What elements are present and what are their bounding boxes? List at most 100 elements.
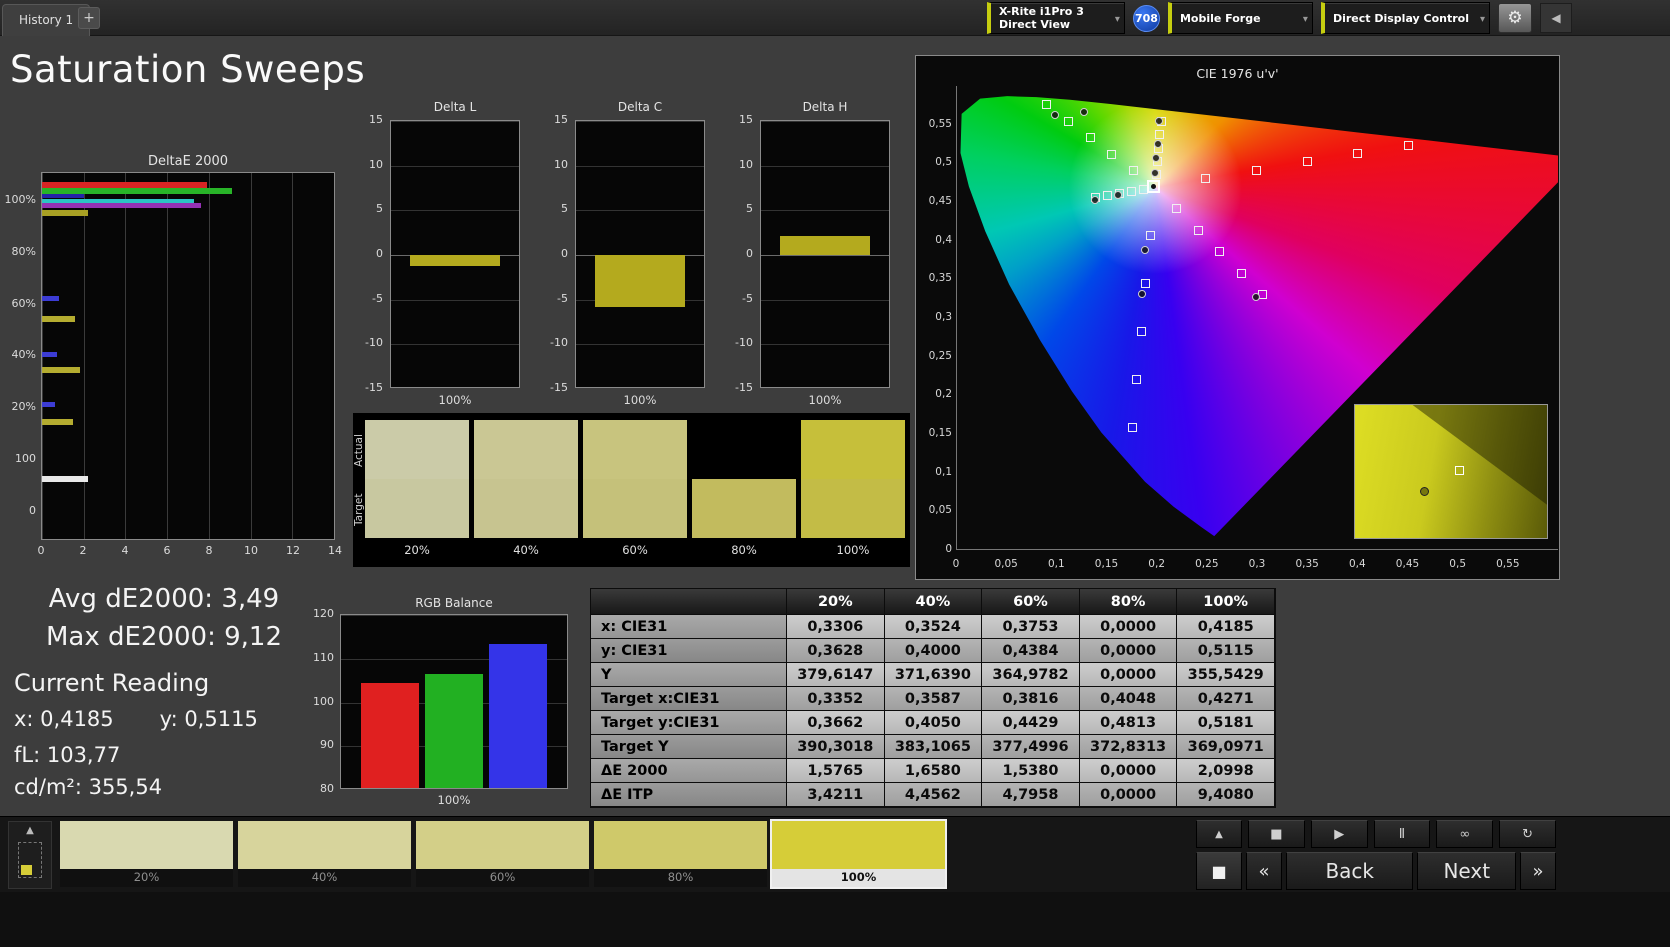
rgb-balance-chart: RGB Balance 120 110 100 90 80 100% [313,596,576,810]
transport-row-1: ▲ ■ ▶ Ⅱ ∞ ↻ [1196,820,1556,848]
meter-dropdown[interactable]: X-Rite i1Pro 3 Direct View ▾ [986,2,1125,34]
swatch-label: 40% [513,543,539,557]
gridline [576,121,704,122]
table-cell: 0,4384 [982,639,1080,663]
loop-button[interactable]: ∞ [1436,820,1494,848]
table-cell: 0,4271 [1177,687,1275,711]
y-tick-label: 10 [369,157,383,171]
patch-window-button[interactable]: ▲ [8,821,52,889]
x-axis-label: 100% [623,393,657,407]
deltae-bar [42,402,55,408]
table-cell: 0,4048 [1079,687,1178,711]
cie-inset-zoom [1354,404,1548,539]
cie-measured-point [1151,168,1160,177]
y-tick-label: -5 [742,291,753,305]
table-row-label: x: CIE31 [591,615,787,639]
cie-target-point [1126,186,1136,196]
y-tick-label: 100 [15,452,36,466]
cie-target-point [1214,247,1224,257]
table-cell: 0,3587 [884,687,983,711]
table-cell: 0,3628 [787,639,885,663]
table-row-label: y: CIE31 [591,639,787,663]
cie-current-point [1146,180,1160,194]
delta-lch-charts: Delta L 15 10 5 0 -5 -10 -15 100% Delta C 15 10 5 0 -5… [358,100,890,407]
table-cell: 0,0000 [1079,615,1178,639]
source-dropdown[interactable]: Mobile Forge ▾ [1167,2,1313,34]
y-tick-label: 0,4 [935,233,952,246]
stop-measure-button[interactable]: ■ [1196,852,1242,890]
table-row-label: Y [591,663,787,687]
refresh-button[interactable]: ↻ [1499,820,1556,848]
cie-inset-shade [1412,405,1547,505]
collapse-panel-button[interactable]: ◀ [1540,3,1572,33]
saturation-patch-button-40%[interactable]: 40% [238,821,411,887]
table-cell: 1,6580 [884,759,983,783]
swatch-pair [692,420,796,538]
deltae-bar [42,203,201,209]
table-cell: 0,3352 [787,687,885,711]
rgb-y-axis: 120 110 100 90 80 [313,607,336,795]
rgb-x-axis-label: 100% [437,793,471,807]
y-tick-label: 40% [11,348,36,362]
gridline [391,344,519,346]
stop-icon: ■ [1211,861,1227,881]
next-button[interactable]: Next [1417,852,1516,890]
swatch-row-label: Target [353,493,365,526]
x-tick-label: 0,2 [1148,558,1165,570]
delta-chart: Delta H 15 10 5 0 -5 -10 -15 100% [728,100,890,407]
table-cell: 0,3524 [884,615,983,639]
history-tab[interactable]: History 1 [2,4,91,36]
next-fast-button[interactable]: » [1520,852,1556,890]
saturation-patch-button-80%[interactable]: 80% [594,821,767,887]
saturation-patch-button-100%[interactable]: 100% [770,819,947,889]
play-button[interactable]: ▶ [1310,820,1368,848]
y-tick-label: 0 [746,247,753,260]
saturation-patch-button-20%[interactable]: 20% [60,821,233,887]
refresh-icon: ↻ [1522,826,1534,842]
saturation-patch-button-60%[interactable]: 60% [416,821,589,887]
y-tick-label: 0 [29,503,36,517]
y-tick-label: 10 [554,157,568,171]
x-tick-label: 0,45 [1395,558,1420,570]
cie-measured-point [1152,153,1161,162]
table-cell: 383,1065 [884,735,983,759]
patch-label: 60% [489,870,516,884]
table-cell: 0,3306 [787,615,885,639]
back-button[interactable]: Back [1286,852,1414,890]
cie-diagram-panel: CIE 1976 u'v' 0 0 0,05 0,05 0,1 0,1 0,15 0,15 0,… [915,55,1560,580]
x-tick-label: 4 [121,544,129,557]
y-tick-label: 0 [561,247,568,260]
max-de2000-readout: Max dE2000: 9,12 [45,622,283,652]
rgb-bar [361,683,419,788]
x-tick-label: 0,3 [1248,558,1266,570]
target-swatch [365,479,469,538]
table-cell: 0,4813 [1079,711,1178,735]
actual-target-swatches: Actual Target 20% 40% 60% 80% 100% [353,413,910,567]
table-cell: 0,4429 [982,711,1080,735]
y-tick-label: 110 [313,650,334,664]
pause-button[interactable]: Ⅱ [1373,820,1431,848]
luminance-badge: 708 [1132,4,1160,32]
actual-swatch [692,420,796,479]
scroll-up-button[interactable]: ▲ [1196,820,1242,848]
y-tick-label: 15 [554,113,568,126]
delta-chart: Delta C 15 10 5 0 -5 -10 -15 100% [543,100,705,407]
table-cell: 0,3753 [982,615,1080,639]
table-cell: 0,0000 [1079,783,1178,807]
table-cell: 0,3816 [982,687,1080,711]
delta-y-axis: 15 10 5 0 -5 -10 -15 [358,113,386,394]
settings-gear-button[interactable]: ⚙ [1498,3,1532,33]
deltae-bar [42,209,88,216]
y-tick-label: 60% [11,296,36,310]
table-header-row: 20% 40% 60% 80% 100% [591,589,1275,615]
swatch-cell: 100% [801,420,905,567]
deltae-bar [42,476,88,483]
delta-bar [595,255,685,307]
back-fast-button[interactable]: « [1246,852,1282,890]
add-tab-button[interactable]: + [78,7,100,29]
display-control-dropdown[interactable]: Direct Display Control ▾ [1320,2,1490,34]
x-tick-label: 12 [286,544,300,557]
delta-y-axis: 15 10 5 0 -5 -10 -15 [543,113,571,394]
table-row-label: ΔE 2000 [591,759,787,783]
stop-button[interactable]: ■ [1248,820,1305,848]
